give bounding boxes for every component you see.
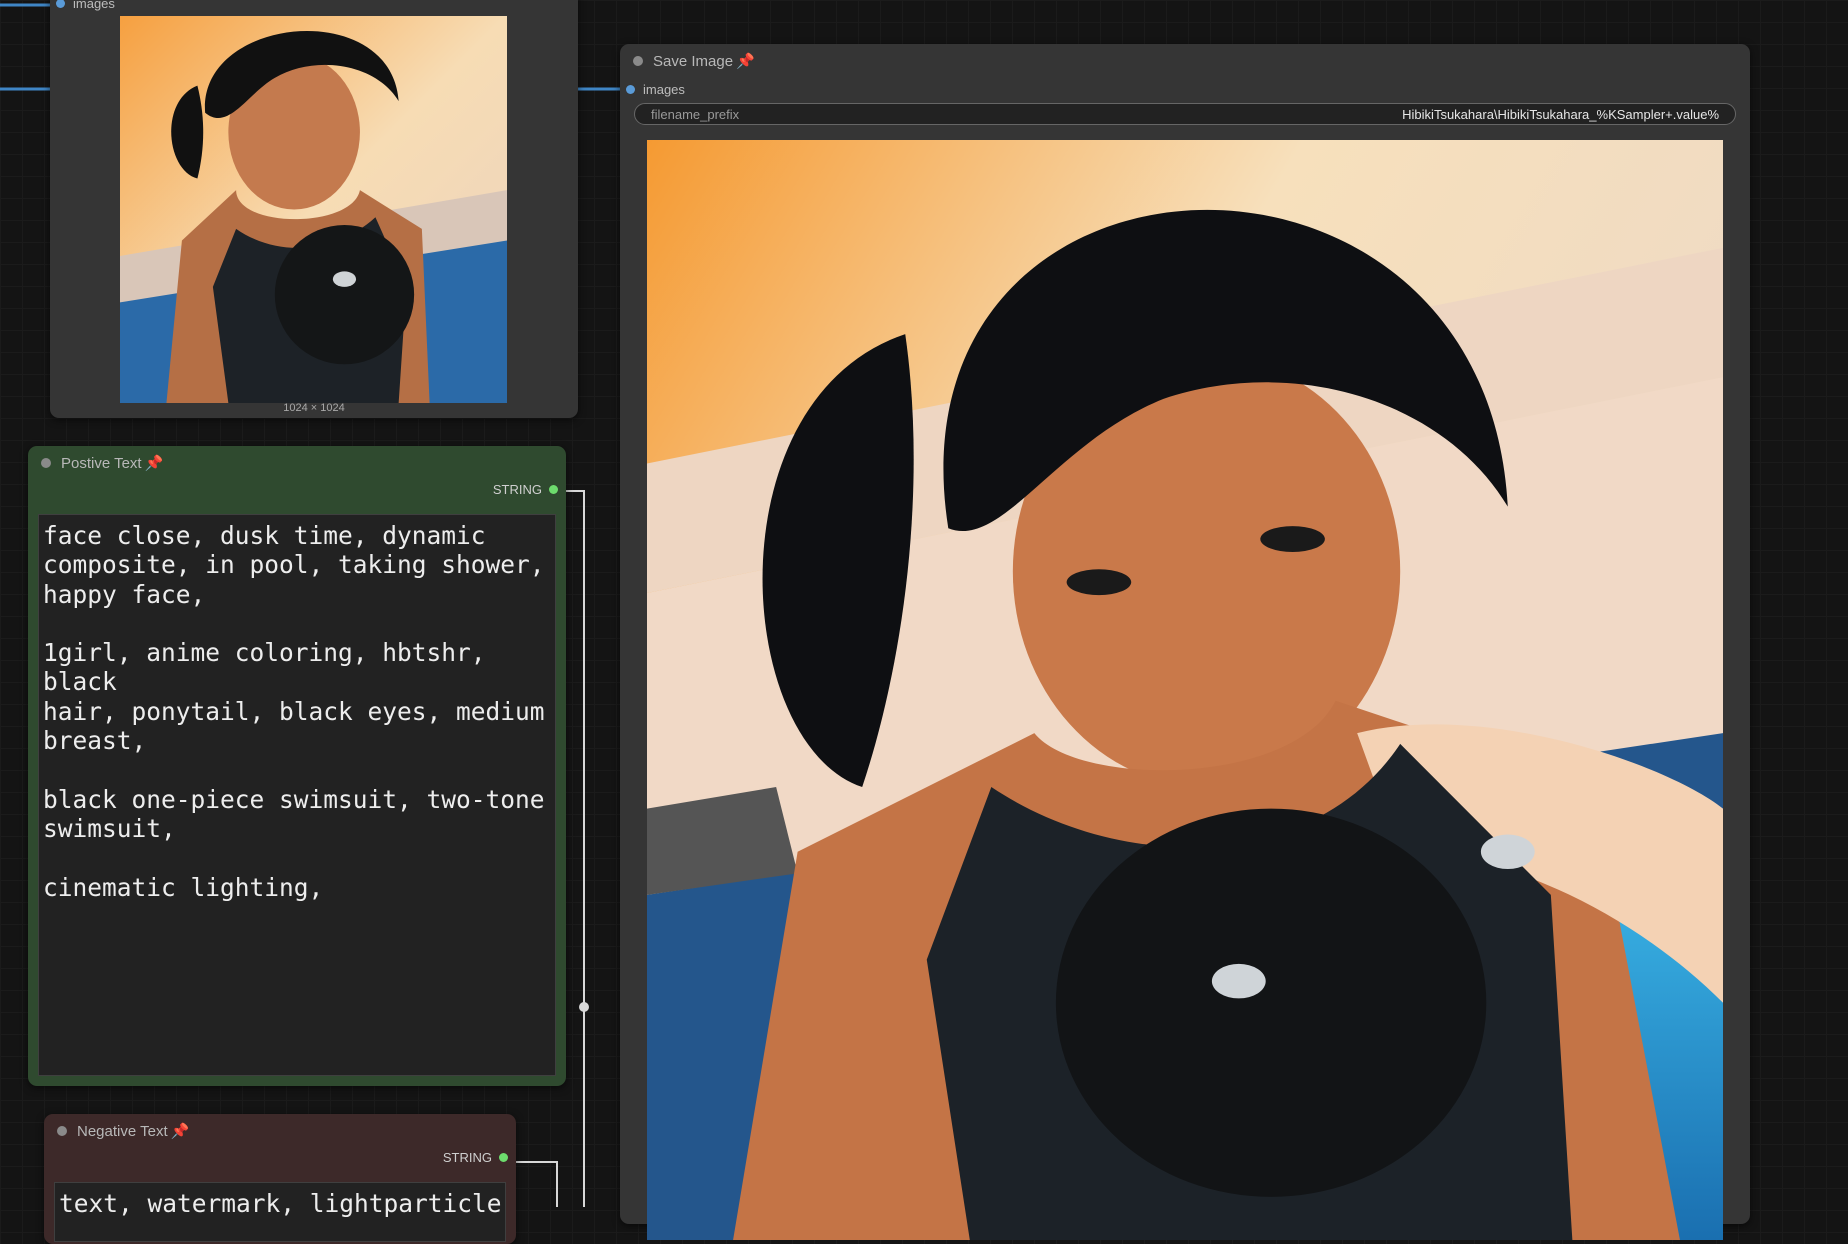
pin-icon: 📌 [144,455,164,472]
string-output-label: STRING [492,482,542,497]
images-input-socket[interactable]: images [56,0,115,11]
string-output-label: STRING [442,1150,492,1165]
positive-text-title: Postive Text [61,454,142,472]
save-image-node[interactable]: Save Image 📌 images filename_prefix Hibi… [620,44,1750,1240]
wire-positive-string [566,490,585,1207]
save-image-title: Save Image [653,52,734,70]
preview-image-art [120,16,507,403]
negative-text-title-bar[interactable]: Negative Text 📌 [44,1114,516,1148]
negative-prompt-textarea[interactable]: text, watermark, lightparticle, [54,1182,506,1242]
positive-text-node[interactable]: Postive Text 📌 STRING face close, dusk t… [28,446,566,1086]
socket-dot [549,485,558,494]
images-input-label: images [643,82,685,97]
socket-dot [626,85,635,94]
collapse-dot[interactable] [633,56,643,66]
pin-icon: 📌 [170,1123,190,1140]
wire-reroute-dot[interactable] [579,1002,589,1012]
wire-negative-string [516,1161,558,1207]
string-output-socket[interactable]: STRING [493,482,558,497]
positive-text-title-bar[interactable]: Postive Text 📌 [28,446,566,480]
saved-image [647,140,1723,1240]
negative-text-title: Negative Text [77,1122,168,1140]
string-output-socket[interactable]: STRING [443,1150,508,1165]
save-image-title-bar[interactable]: Save Image 📌 [620,44,1750,78]
images-input-socket[interactable]: images [626,82,685,97]
filename-prefix-field[interactable]: filename_prefix HibikiTsukahara\HibikiTs… [634,103,1736,125]
saved-image-art [647,140,1723,1240]
socket-dot [56,0,65,8]
images-input-label: images [73,0,115,11]
preview-image-node[interactable]: images 1024 × 1024 [50,0,578,418]
positive-prompt-textarea[interactable]: face close, dusk time, dynamic composite… [38,514,556,1076]
socket-dot [499,1153,508,1162]
negative-text-node[interactable]: Negative Text 📌 STRING text, watermark, … [44,1114,516,1244]
collapse-dot[interactable] [41,458,51,468]
filename-prefix-value: HibikiTsukahara\HibikiTsukahara_%KSample… [1402,106,1719,122]
preview-image [120,16,507,403]
collapse-dot[interactable] [57,1126,67,1136]
pin-icon: 📌 [736,53,755,70]
image-size-label: 1024 × 1024 [283,402,345,414]
filename-prefix-label: filename_prefix [651,106,740,122]
